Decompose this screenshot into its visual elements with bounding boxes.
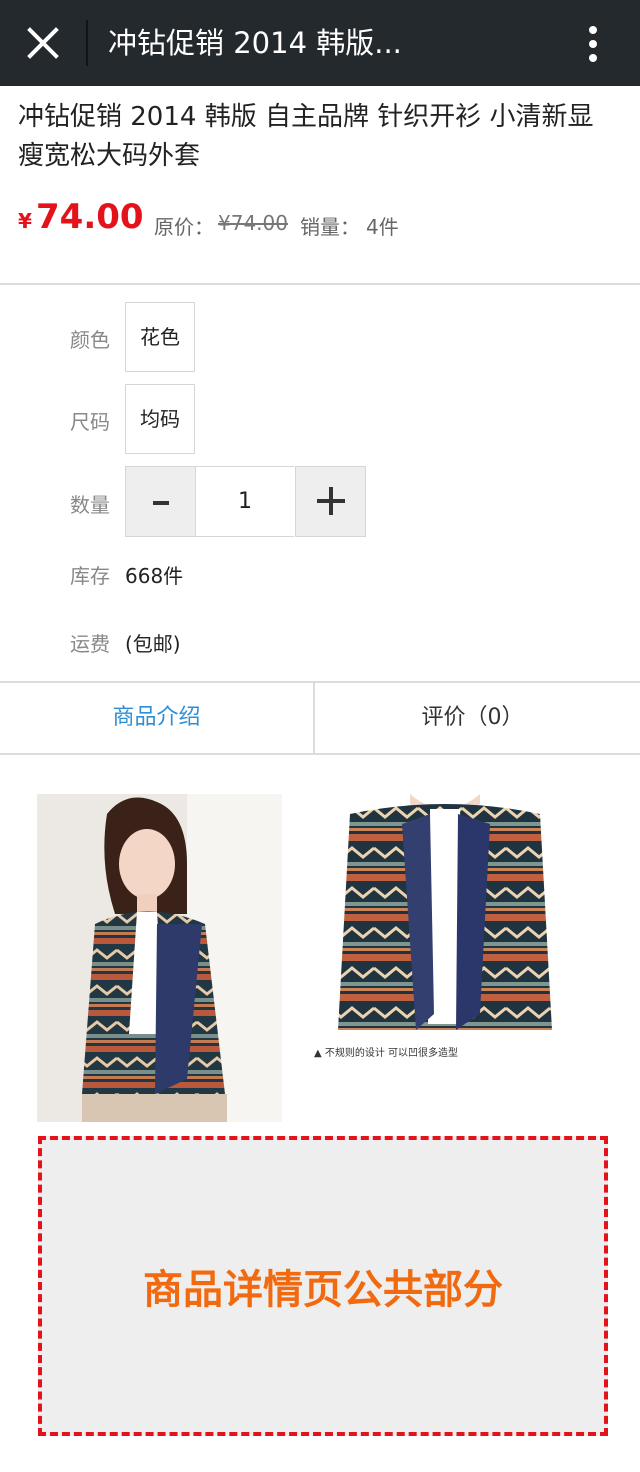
sales-count: 4件 [366, 215, 399, 239]
stock-value: 668件 [125, 564, 184, 588]
divider [0, 283, 640, 285]
close-icon[interactable] [24, 24, 62, 62]
decrease-quantity-button[interactable] [125, 466, 196, 537]
common-section-title: 商品详情页公共部分 [143, 1267, 503, 1313]
plus-icon [317, 487, 345, 515]
tab-product-intro[interactable]: 商品介绍 [0, 682, 313, 754]
photo-caption: ▲ 不规则的设计 可以凹很多造型 [314, 1048, 459, 1059]
currency-symbol: ¥ [18, 209, 32, 233]
top-bar: 冲钻促销 2014 韩版... [0, 0, 640, 86]
sales-label: 销量： [300, 215, 360, 239]
increase-quantity-button[interactable] [295, 466, 366, 537]
shipping-value: (包邮) [125, 632, 181, 656]
page-title: 冲钻促销 2014 韩版... [108, 26, 402, 60]
more-vertical-icon[interactable] [578, 24, 608, 64]
shipping-label: 运费 [70, 632, 110, 656]
color-label: 颜色 [70, 328, 110, 352]
product-photo-detail [330, 794, 560, 1034]
minus-icon [153, 501, 169, 505]
product-title: 冲钻促销 2014 韩版 自主品牌 针织开衫 小清新显瘦宽松大码外套 [18, 102, 594, 171]
header-divider [86, 20, 88, 66]
original-price-label: 原价： [154, 215, 214, 239]
tabs-bottom-border [0, 753, 640, 755]
original-price: ¥74.00 [218, 211, 288, 235]
quantity-label: 数量 [70, 493, 110, 517]
color-option-button[interactable]: 花色 [125, 302, 195, 372]
price-row: ¥ 74.00 原价： ¥74.00 销量： 4件 [18, 197, 618, 243]
stock-label: 库存 [70, 564, 110, 588]
product-photo-model [37, 794, 282, 1122]
common-section-placeholder: 商品详情页公共部分 [38, 1136, 608, 1436]
current-price: 74.00 [36, 197, 144, 237]
tab-reviews[interactable]: 评价（0） [315, 682, 630, 754]
size-option-button[interactable]: 均码 [125, 384, 195, 454]
quantity-input[interactable]: 1 [196, 466, 294, 537]
size-label: 尺码 [70, 410, 110, 434]
